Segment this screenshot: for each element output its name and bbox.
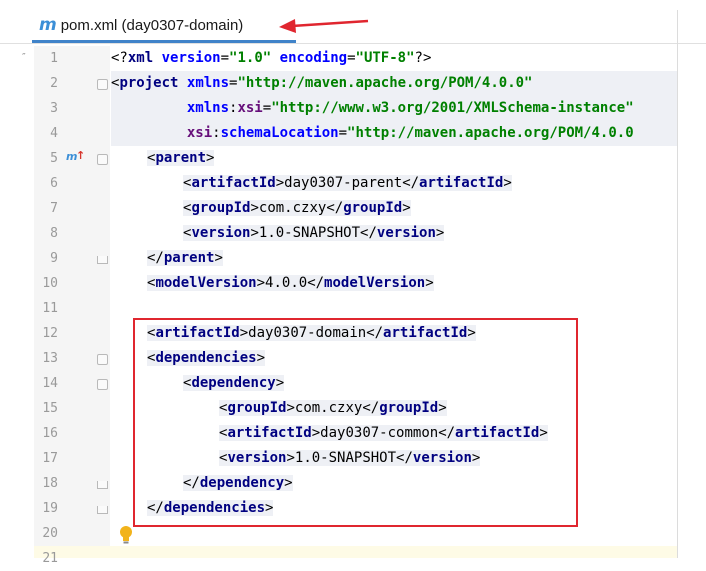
line-number: 16 xyxy=(42,426,58,441)
code-line-4: xsi:schemaLocation="http://maven.apache.… xyxy=(111,121,677,146)
tag-name: parent xyxy=(163,250,215,266)
equals: = xyxy=(262,100,272,116)
line-number: 7 xyxy=(50,201,58,216)
tag-value: 1.0-SNAPSHOT xyxy=(258,225,361,241)
attr-namespace: xsi xyxy=(186,125,213,141)
code-line-7: <groupId>com.czxy</groupId> xyxy=(183,200,411,216)
fold-end-icon[interactable] xyxy=(97,506,108,514)
highlight-box xyxy=(133,318,578,527)
tag-name: parent xyxy=(155,150,207,166)
attr-value: "http://www.w3.org/2001/XMLSchema-instan… xyxy=(271,100,634,116)
tag-value: day0307-parent xyxy=(284,175,403,191)
colon: : xyxy=(212,125,221,141)
attr-name: xmlns xyxy=(186,75,230,91)
fold-toggle-icon[interactable] xyxy=(97,154,108,165)
arrow-up-icon: ↑ xyxy=(76,149,86,162)
code-line-9: </parent> xyxy=(147,250,223,266)
tag-name: modelVersion xyxy=(155,275,257,291)
attr-value: "http://maven.apache.org/POM/4.0.0 xyxy=(347,125,634,141)
tag-value: com.czxy xyxy=(258,200,327,216)
tag-name: artifactId xyxy=(191,175,276,191)
attr-namespace: xmlns xyxy=(186,100,230,116)
line-number: 15 xyxy=(42,401,58,416)
annotation-arrow-icon xyxy=(279,19,369,33)
line-number: 12 xyxy=(42,326,58,341)
tag-name: version xyxy=(376,225,436,241)
line-number: 8 xyxy=(50,226,58,241)
code-line-8: <version>1.0-SNAPSHOT</version> xyxy=(183,225,445,241)
tag-name: groupId xyxy=(343,200,403,216)
attr-value: "http://maven.apache.org/POM/4.0.0" xyxy=(237,75,533,91)
line-number: 2 xyxy=(50,76,58,91)
fold-end-icon[interactable] xyxy=(97,481,108,489)
code-line-3: xmlns:xsi="http://www.w3.org/2001/XMLSch… xyxy=(111,96,677,121)
equals: = xyxy=(338,125,348,141)
line-number: 18 xyxy=(42,476,58,491)
tag-name: project xyxy=(119,75,179,91)
line-number: 10 xyxy=(42,276,58,291)
line-number: 9 xyxy=(50,251,58,266)
fold-toggle-icon[interactable] xyxy=(97,354,108,365)
attr-name: schemaLocation xyxy=(220,125,339,141)
line-number: 20 xyxy=(42,526,58,541)
line-number: 13 xyxy=(42,351,58,366)
lightbulb-icon[interactable] xyxy=(119,525,133,545)
tag-value: 4.0.0 xyxy=(265,275,308,291)
fold-toggle-icon[interactable] xyxy=(97,379,108,390)
code-line-6: <artifactId>day0307-parent</artifactId> xyxy=(183,175,512,191)
tag-name: artifactId xyxy=(419,175,504,191)
current-line-highlight xyxy=(34,546,677,558)
tag-name: version xyxy=(191,225,251,241)
code-line-2: <project xmlns="http://maven.apache.org/… xyxy=(111,71,677,96)
line-number: 17 xyxy=(42,451,58,466)
code-line-10: <modelVersion>4.0.0</modelVersion> xyxy=(147,275,434,291)
line-number: 19 xyxy=(42,501,58,516)
tag-name: modelVersion xyxy=(324,275,426,291)
fold-toggle-icon[interactable] xyxy=(97,79,108,90)
tag-name: groupId xyxy=(191,200,251,216)
line-number: 3 xyxy=(50,101,58,116)
line-number: 14 xyxy=(42,376,58,391)
line-number: 21 xyxy=(42,551,58,566)
editor-right-margin xyxy=(677,10,678,558)
line-number: 5 xyxy=(50,151,58,166)
fold-end-icon[interactable] xyxy=(97,256,108,264)
line-number: 4 xyxy=(50,126,58,141)
attr-name: xsi xyxy=(237,100,263,116)
code-line-5: <parent> xyxy=(147,150,215,166)
line-number: 11 xyxy=(42,301,58,316)
line-number: 6 xyxy=(50,176,58,191)
